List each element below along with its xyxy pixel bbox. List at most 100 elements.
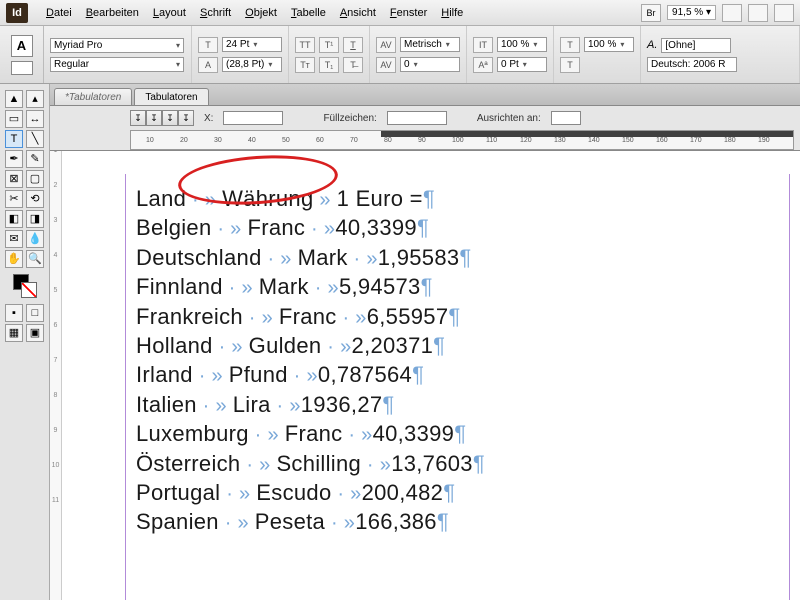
gradientf-tool[interactable]: ◨	[26, 210, 44, 228]
ruler-tick: 140	[588, 137, 600, 144]
fuellzeichen-input[interactable]	[387, 111, 447, 125]
zoom-tool[interactable]: 🔍	[26, 250, 44, 268]
apply-none[interactable]: □	[26, 304, 44, 322]
smallcaps-icon[interactable]: Tᴛ	[295, 57, 315, 73]
line-tool[interactable]: ╲	[26, 130, 44, 148]
doc-line: Portugal · » Escudo · »200,482¶	[136, 478, 789, 507]
document-canvas[interactable]: *Tabulatoren Tabulatoren ↧ ↧ ↧ ↧ X: Füll…	[50, 84, 800, 600]
font-family-select[interactable]: Myriad Pro▾	[50, 38, 184, 53]
menu-bar: Id Datei Bearbeiten Layout Schrift Objek…	[0, 0, 800, 26]
menu-objekt[interactable]: Objekt	[239, 5, 283, 21]
vscale-select[interactable]: 100 %▾	[497, 37, 547, 52]
text-frame[interactable]: Land · » Währung » 1 Euro =¶ Belgien · »…	[125, 174, 790, 600]
gap-tool[interactable]: ↔	[26, 110, 44, 128]
leading-select[interactable]: (28,8 Pt)▾	[222, 57, 282, 72]
baseline-select[interactable]: 0 Pt▾	[497, 57, 547, 72]
page-tool[interactable]: ▭	[5, 110, 23, 128]
doc-line: Finnland · » Mark · »5,94573¶	[136, 272, 789, 301]
direct-select-tool[interactable]: ▴	[26, 90, 44, 108]
allcaps-icon[interactable]: TT	[295, 37, 315, 53]
strike-icon[interactable]: T̶	[343, 57, 363, 73]
app-logo-icon: Id	[6, 3, 28, 23]
screen-mode-icon[interactable]	[748, 4, 768, 22]
rect-tool[interactable]: ▢	[26, 170, 44, 188]
transform-tool[interactable]: ⟲	[26, 190, 44, 208]
note-tool[interactable]: ✉	[5, 230, 23, 248]
vscale-icon: IT	[473, 37, 493, 53]
doc-line: Belgien · » Franc · »40,3399¶	[136, 213, 789, 242]
tab-align-decimal[interactable]: ↧	[178, 110, 194, 126]
gradient-tool[interactable]: ◧	[5, 210, 23, 228]
pencil-tool[interactable]: ✎	[26, 150, 44, 168]
v-ruler-tick: 4	[50, 252, 61, 259]
doc-line: Österreich · » Schilling · »13,7603¶	[136, 449, 789, 478]
sub-icon[interactable]: T₁	[319, 57, 339, 73]
view-preview[interactable]: ▣	[26, 324, 44, 342]
font-style-select[interactable]: Regular▾	[50, 57, 184, 72]
ruler-tick: 90	[418, 137, 426, 144]
tab-align-center[interactable]: ↧	[146, 110, 162, 126]
menu-schrift[interactable]: Schrift	[194, 5, 237, 21]
font-size-select[interactable]: 24 Pt▾	[222, 37, 282, 52]
doc-header-line: Land · » Währung » 1 Euro =¶	[136, 184, 789, 213]
bridge-icon[interactable]: Br	[641, 4, 661, 22]
document-tab-bar: *Tabulatoren Tabulatoren	[50, 84, 800, 106]
kerning-select[interactable]: Metrisch▾	[400, 37, 460, 52]
type-tool[interactable]: T	[5, 130, 23, 148]
scissors-tool[interactable]: ✂	[5, 190, 23, 208]
charstyle-icon: A.	[647, 39, 657, 51]
ruler-tick: 20	[180, 137, 188, 144]
arrange-icon[interactable]	[774, 4, 794, 22]
menu-ansicht[interactable]: Ansicht	[334, 5, 382, 21]
v-ruler-tick: 6	[50, 322, 61, 329]
apply-fill[interactable]: ▪	[5, 304, 23, 322]
fuellzeichen-label: Füllzeichen:	[323, 113, 376, 124]
baseline-icon: Aª	[473, 57, 493, 73]
zoom-level[interactable]: 91,5 % ▾	[667, 5, 716, 20]
menu-tabelle[interactable]: Tabelle	[285, 5, 332, 21]
tracking-select[interactable]: 0▾	[400, 57, 460, 72]
vertical-ruler: 01234567891011	[50, 84, 62, 600]
menu-layout[interactable]: Layout	[147, 5, 192, 21]
language-select[interactable]: Deutsch: 2006 R	[647, 57, 737, 72]
document-tab[interactable]: *Tabulatoren	[54, 88, 132, 105]
hscale-icon: T	[560, 37, 580, 53]
x-input[interactable]	[223, 111, 283, 125]
tabulatoren-tab[interactable]: Tabulatoren	[134, 88, 208, 105]
ausrichten-label: Ausrichten an:	[477, 113, 541, 124]
selection-tool[interactable]: ▲	[5, 90, 23, 108]
ruler-tick: 50	[282, 137, 290, 144]
ruler-tick: 60	[316, 137, 324, 144]
menu-fenster[interactable]: Fenster	[384, 5, 433, 21]
tools-panel: ▲▴ ▭↔ T╲ ✒✎ ⊠▢ ✂⟲ ◧◨ ✉💧 ✋🔍 ▪□ ▦▣	[0, 84, 50, 600]
tab-align-left[interactable]: ↧	[130, 110, 146, 126]
v-ruler-tick: 7	[50, 357, 61, 364]
tab-align-right[interactable]: ↧	[162, 110, 178, 126]
charstyle-select[interactable]: [Ohne]	[661, 38, 731, 53]
para-format-button[interactable]	[11, 61, 33, 75]
v-ruler-tick: 11	[50, 497, 61, 504]
eyedrop-tool[interactable]: 💧	[26, 230, 44, 248]
tracking-icon: AV	[376, 57, 396, 73]
menu-hilfe[interactable]: Hilfe	[435, 5, 469, 21]
pen-tool[interactable]: ✒	[5, 150, 23, 168]
hand-tool[interactable]: ✋	[5, 250, 23, 268]
rect-frame-tool[interactable]: ⊠	[5, 170, 23, 188]
underline-icon[interactable]: T	[343, 37, 363, 53]
v-ruler-tick: 8	[50, 392, 61, 399]
leading-icon: A	[198, 57, 218, 73]
char-format-button[interactable]: A	[11, 35, 33, 57]
hscale-select[interactable]: 100 %▾	[584, 37, 634, 52]
tab-ruler[interactable]: 1020304050607080901001101201301401501601…	[130, 130, 794, 150]
doc-line: Deutschland · » Mark · »1,95583¶	[136, 243, 789, 272]
menu-bearbeiten[interactable]: Bearbeiten	[80, 5, 145, 21]
view-mode-icon[interactable]	[722, 4, 742, 22]
menu-datei[interactable]: Datei	[40, 5, 78, 21]
doc-line: Irland · » Pfund · »0,787564¶	[136, 360, 789, 389]
super-icon[interactable]: T¹	[319, 37, 339, 53]
v-ruler-tick: 2	[50, 182, 61, 189]
view-normal[interactable]: ▦	[5, 324, 23, 342]
color-swatch[interactable]	[13, 274, 37, 298]
ausrichten-input[interactable]	[551, 111, 581, 125]
doc-line: Spanien · » Peseta · »166,386¶	[136, 507, 789, 536]
